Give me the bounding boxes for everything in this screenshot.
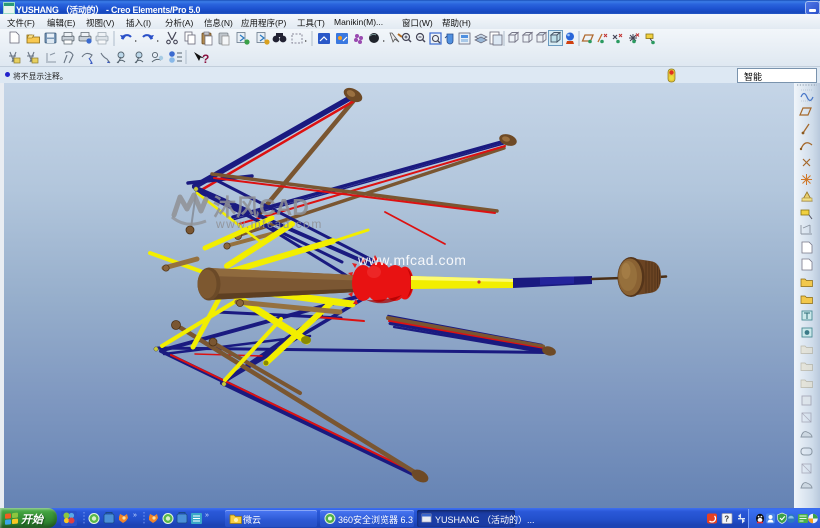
svg-text:?: ? xyxy=(724,515,729,524)
svg-text:»: » xyxy=(133,512,137,519)
svg-text:»: » xyxy=(205,512,209,519)
svg-text:?: ? xyxy=(202,52,209,66)
